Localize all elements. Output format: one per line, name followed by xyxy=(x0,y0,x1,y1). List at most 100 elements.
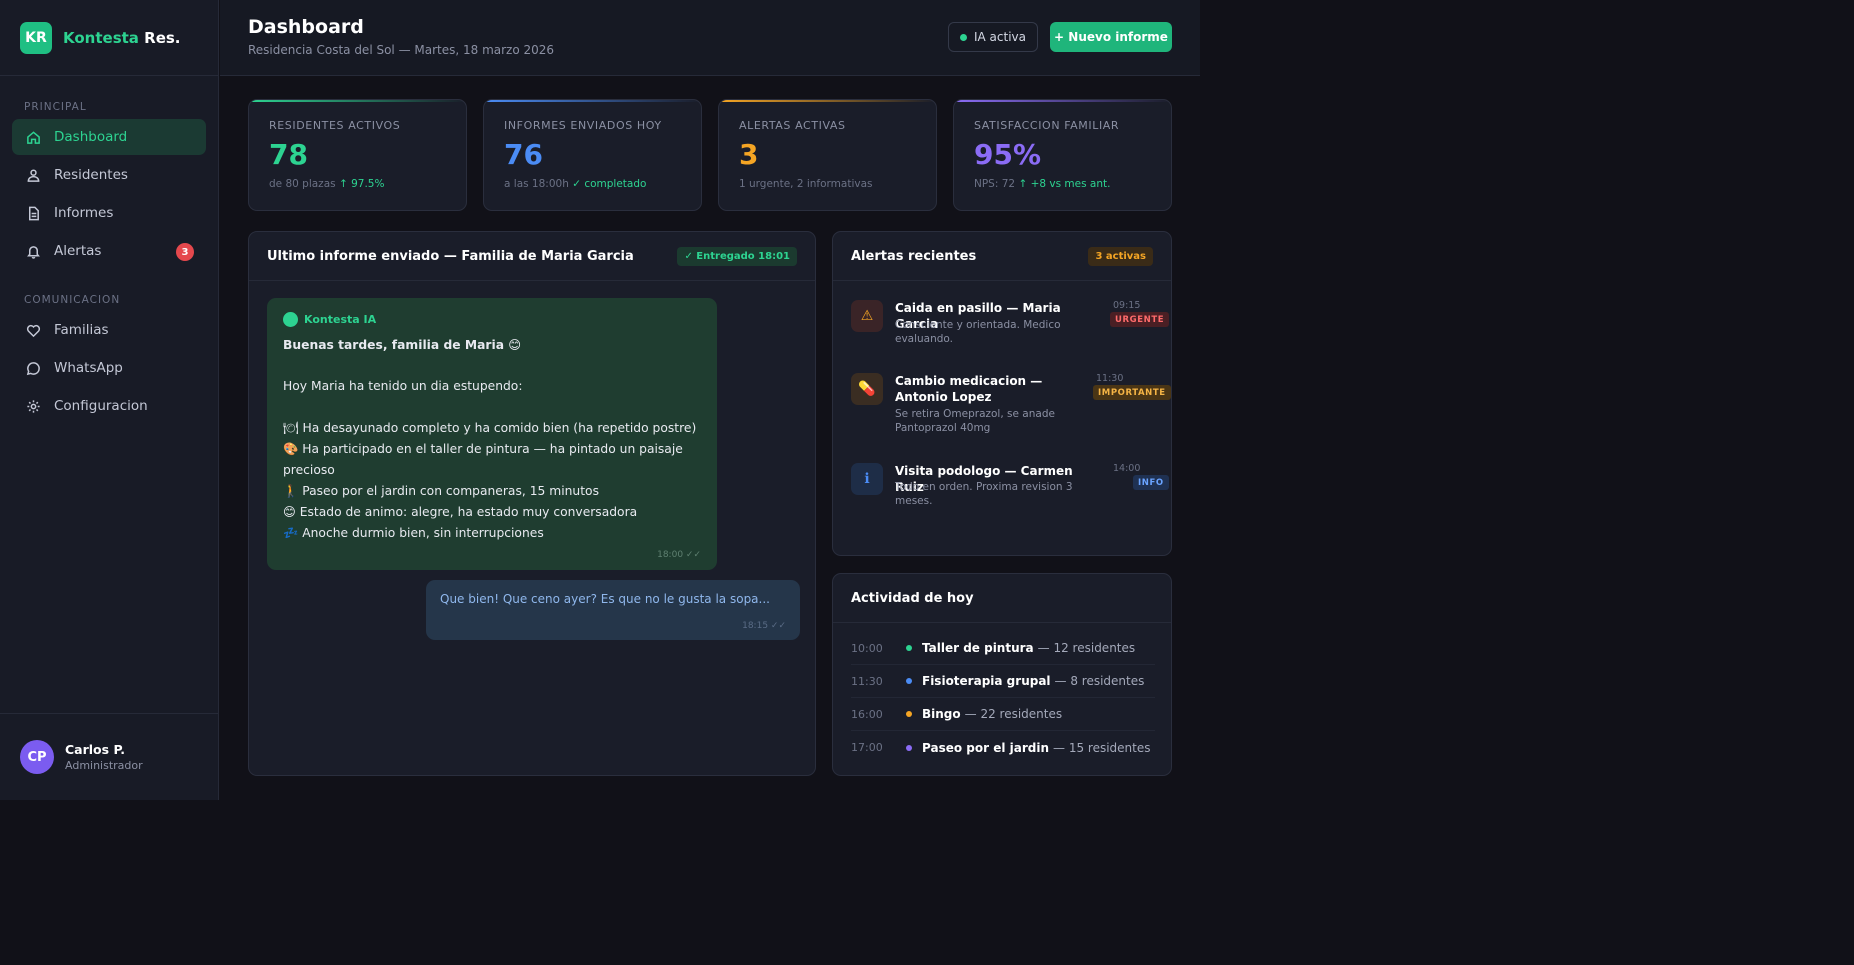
message-time: 18:00 ✓✓ xyxy=(657,550,701,560)
bell-icon xyxy=(25,243,41,259)
user-name: Carlos P. xyxy=(65,742,126,757)
activity-title: Bingo xyxy=(922,707,961,721)
message-greeting: Buenas tardes, familia de Maria 😊 xyxy=(283,338,522,352)
panel-header: Alertas recientes 3 activas xyxy=(833,232,1171,281)
stat-accent-bar xyxy=(954,100,1171,102)
activity-item[interactable]: 11:30 Fisioterapia grupal — 8 residentes xyxy=(851,665,1155,698)
sidebar-item-configuracion[interactable]: Configuracion xyxy=(12,388,206,424)
stat-value: 78 xyxy=(269,138,308,171)
stat-note: de 80 plazas ↑ 97.5% xyxy=(269,178,384,190)
active-alerts-badge: 3 activas xyxy=(1088,247,1153,266)
bot-avatar-icon xyxy=(283,312,298,327)
brand-name: Kontesta Res. xyxy=(63,29,181,47)
stat-card-informes: INFORMES ENVIADOS HOY 76 a las 18:00h ✓ … xyxy=(483,99,702,211)
sidebar-item-residentes[interactable]: Residentes xyxy=(12,157,206,193)
sidebar-item-informes[interactable]: Informes xyxy=(12,195,206,231)
stat-note: a las 18:00h ✓ completado xyxy=(504,178,646,190)
sidebar-item-dashboard[interactable]: Dashboard xyxy=(12,119,206,155)
stat-accent-bar xyxy=(484,100,701,102)
ai-message-bubble: Kontesta IA Buenas tardes, familia de Ma… xyxy=(267,298,717,570)
alert-item[interactable]: ℹ Visita podologo — Carmen Ruiz Todo en … xyxy=(851,463,1169,507)
stat-value: 95% xyxy=(974,138,1042,171)
sidebar: KR Kontesta Res. PRINCIPAL Dashboard Res… xyxy=(0,0,219,800)
user-profile[interactable]: CP Carlos P. Administrador xyxy=(0,713,219,800)
nav-section-principal: PRINCIPAL xyxy=(24,101,87,113)
sidebar-item-whatsapp[interactable]: WhatsApp xyxy=(12,350,206,386)
panel-header: Actividad de hoy xyxy=(833,574,1171,623)
alert-item[interactable]: ⚠ Caida en pasillo — Maria Garcia Consci… xyxy=(851,300,1170,360)
stat-label: INFORMES ENVIADOS HOY xyxy=(504,119,662,132)
alert-item[interactable]: 💊 Cambio medicacion — Antonio Lopez Se r… xyxy=(851,373,1171,443)
alert-time: 09:15 xyxy=(1113,300,1141,311)
document-icon xyxy=(25,205,41,221)
avatar: CP xyxy=(20,740,54,774)
recent-alerts-panel: Alertas recientes 3 activas ⚠ Caida en p… xyxy=(832,231,1172,556)
stat-note-text: NPS: 72 xyxy=(974,178,1016,190)
message-text: Buenas tardes, familia de Maria 😊 Hoy Mar… xyxy=(283,335,701,544)
activity-dot-icon xyxy=(906,645,912,651)
activity-title: Fisioterapia grupal xyxy=(922,674,1051,688)
alert-time: 11:30 xyxy=(1096,373,1124,384)
sidebar-item-label: WhatsApp xyxy=(54,360,123,376)
message-sender: Kontesta IA xyxy=(283,312,701,327)
stat-label: ALERTAS ACTIVAS xyxy=(739,119,846,132)
alert-description: Todo en orden. Proxima revision 3 meses. xyxy=(895,481,1073,507)
user-info: Carlos P. Administrador xyxy=(65,742,143,772)
gear-icon xyxy=(25,398,41,414)
activity-time: 16:00 xyxy=(851,707,883,721)
pill-icon: 💊 xyxy=(851,373,883,405)
stat-accent-bar xyxy=(719,100,936,102)
sidebar-item-familias[interactable]: Familias xyxy=(12,312,206,348)
users-icon xyxy=(25,167,41,183)
page-subtitle: Residencia Costa del Sol — Martes, 18 ma… xyxy=(248,43,555,57)
stat-accent-bar xyxy=(249,100,466,102)
activity-title: Taller de pintura xyxy=(922,641,1034,655)
activity-item[interactable]: 16:00 Bingo — 22 residentes xyxy=(851,698,1155,731)
reply-time: 18:15 ✓✓ xyxy=(742,621,786,631)
activity-dot-icon xyxy=(906,744,912,751)
activity-dot-icon xyxy=(906,678,912,684)
brand[interactable]: KR Kontesta Res. xyxy=(0,0,218,76)
chat-bubble-icon xyxy=(25,360,41,376)
heart-icon xyxy=(25,322,41,338)
info-icon: ℹ xyxy=(851,463,883,495)
sidebar-item-label: Familias xyxy=(54,322,109,338)
status-dot-icon xyxy=(959,33,967,41)
activity-title: Paseo por el jardin xyxy=(922,740,1050,755)
sender-name: Kontesta IA xyxy=(304,313,377,326)
alert-description: Se retira Omeprazol, se anade Pantoprazo… xyxy=(895,408,1055,434)
stat-note-text: de 80 plazas xyxy=(269,178,336,190)
stat-note-highlight: ↑ +8 vs mes ant. xyxy=(1018,178,1111,190)
activity-item[interactable]: 17:00 Paseo por el jardin — 15 residente… xyxy=(851,731,1155,764)
stat-value: 3 xyxy=(739,138,759,171)
family-reply-bubble: Que bien! Que ceno ayer? Es que no le gu… xyxy=(426,580,800,640)
panel-title: Actividad de hoy xyxy=(851,590,974,606)
ia-status-button[interactable]: IA activa xyxy=(948,22,1038,52)
activity-time: 10:00 xyxy=(851,641,883,655)
panel-header: Ultimo informe enviado — Familia de Mari… xyxy=(249,232,815,281)
alert-title: Cambio medicacion — Antonio Lopez xyxy=(895,374,1043,404)
new-report-button[interactable]: + Nuevo informe xyxy=(1050,22,1172,52)
sidebar-item-label: Configuracion xyxy=(54,398,148,414)
activity-item[interactable]: 10:00 Taller de pintura — 12 residentes xyxy=(851,632,1155,665)
reply-text: Que bien! Que ceno ayer? Es que no le gu… xyxy=(440,592,770,606)
stat-note-text: a las 18:00h xyxy=(504,178,569,190)
importance-badge: IMPORTANTE xyxy=(1093,385,1171,400)
sidebar-item-label: Residentes xyxy=(54,167,128,183)
alert-count-badge: 3 xyxy=(176,243,194,261)
ia-status-label: IA activa xyxy=(973,30,1026,44)
app: KR Kontesta Res. PRINCIPAL Dashboard Res… xyxy=(0,0,1200,800)
warning-icon: ⚠ xyxy=(851,300,883,332)
brand-name-primary: Kontesta xyxy=(63,28,139,47)
activity-time: 17:00 xyxy=(851,741,883,754)
message-body: Hoy Maria ha tenido un dia estupendo: 🍽 … xyxy=(283,379,697,540)
info-badge: INFO xyxy=(1133,475,1169,490)
alert-time: 14:00 xyxy=(1113,463,1141,474)
stat-card-residentes: RESIDENTES ACTIVOS 78 de 80 plazas ↑ 97.… xyxy=(248,99,467,211)
sidebar-item-alertas[interactable]: Alertas 3 xyxy=(12,233,206,269)
page-title: Dashboard xyxy=(248,16,364,38)
stat-note-highlight: ↑ 97.5% xyxy=(338,178,385,190)
nav-section-comunicacion: COMUNICACION xyxy=(24,294,121,306)
activity-dot-icon xyxy=(906,711,912,717)
sidebar-item-label: Alertas xyxy=(54,243,102,259)
